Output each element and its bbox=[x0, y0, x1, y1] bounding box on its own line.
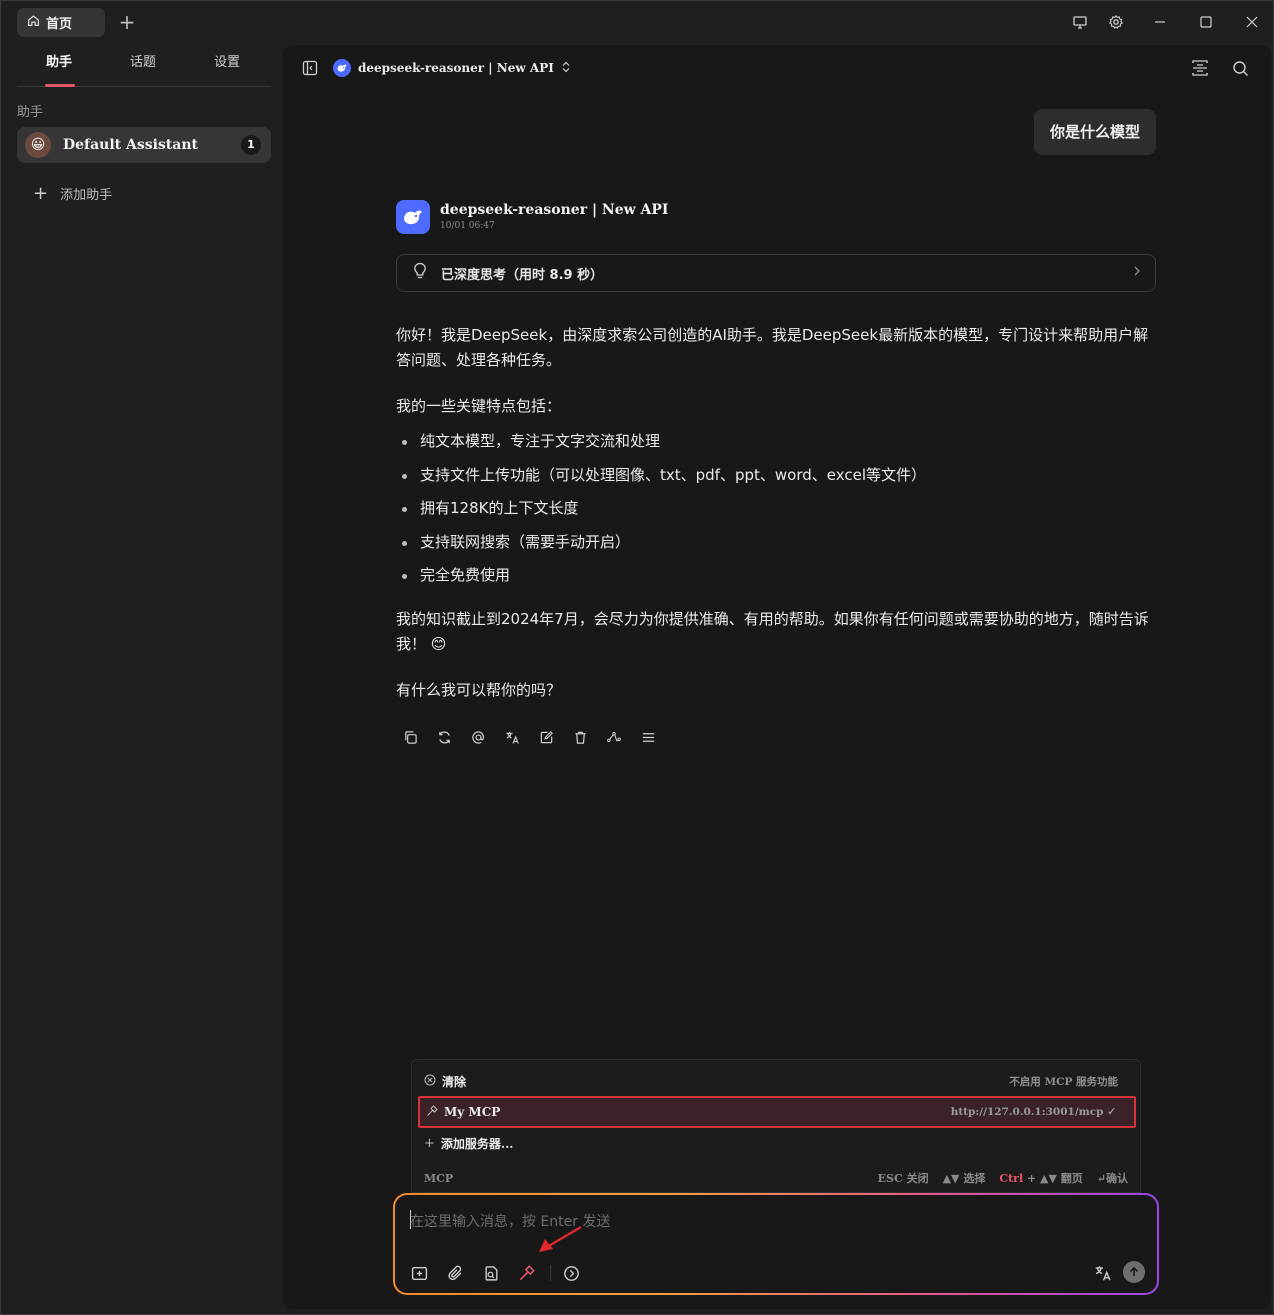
lightbulb-icon bbox=[413, 262, 427, 284]
monitor-icon[interactable] bbox=[1069, 11, 1091, 33]
chevron-updown-icon bbox=[561, 61, 571, 76]
message-input-box: 在这里输入消息，按 Enter 发送 bbox=[393, 1193, 1159, 1295]
section-title: 助手 bbox=[17, 105, 44, 120]
check-icon: ✓ bbox=[1107, 1106, 1116, 1118]
knowledge-icon[interactable] bbox=[481, 1263, 501, 1283]
add-assistant-label: 添加助手 bbox=[60, 188, 113, 203]
hint-page-text: + ▲▼ 翻页 bbox=[1026, 1172, 1083, 1185]
deepseek-avatar-icon bbox=[396, 200, 430, 234]
translate-icon[interactable] bbox=[502, 727, 522, 747]
tab-settings[interactable]: 设置 bbox=[185, 43, 269, 86]
mcp-add-server-option[interactable]: + 添加服务器... bbox=[418, 1128, 1136, 1158]
assistant-item-default[interactable]: 😀 Default Assistant 1 bbox=[17, 127, 271, 163]
mcp-server-popup: 清除 不启用 MCP 服务功能 My MCP http://127.0.0.1:… bbox=[411, 1059, 1141, 1193]
tab-home-label: 首页 bbox=[46, 17, 73, 32]
deepseek-logo-icon bbox=[333, 59, 351, 77]
feature-list: 纯文本模型，专注于文字交流和处理 支持文件上传功能（可以处理图像、txt、pdf… bbox=[396, 429, 1158, 588]
hint-esc: ESC 关闭 bbox=[877, 1172, 929, 1185]
chat-panel: deepseek-reasoner | New API 你是什么模型 deeps… bbox=[283, 45, 1271, 1309]
mcp-footer-title: MCP bbox=[424, 1171, 454, 1185]
gear-icon[interactable] bbox=[1105, 11, 1127, 33]
copy-icon[interactable] bbox=[400, 727, 420, 747]
translate-icon[interactable] bbox=[1093, 1263, 1113, 1283]
plus-icon: + bbox=[424, 1135, 435, 1151]
mcp-clear-label: 清除 bbox=[442, 1074, 467, 1089]
app-window: 首页 + 助手 话题 设置 助手 😀 Default Assistant 1 +… bbox=[0, 0, 1274, 1315]
assistant-message-header: deepseek-reasoner | New API 10/01 06:47 bbox=[396, 200, 668, 234]
list-item: 完全免费使用 bbox=[396, 563, 1158, 588]
keyboard-hints: ESC 关闭 ▲▼ 选择 Ctrl + ▲▼ 翻页 ↵确认 bbox=[878, 1170, 1128, 1186]
add-assistant-button[interactable]: + 添加助手 bbox=[33, 183, 112, 204]
sidebar: 助手 话题 设置 助手 😀 Default Assistant 1 + 添加助手 bbox=[1, 43, 283, 1315]
regenerate-icon[interactable] bbox=[434, 727, 454, 747]
toolbar-divider bbox=[550, 1265, 551, 1281]
mcp-clear-hint: 不启用 MCP 服务功能 bbox=[1009, 1075, 1118, 1088]
topic-count-badge: 1 bbox=[241, 135, 261, 155]
message-actions bbox=[400, 727, 658, 747]
close-icon[interactable] bbox=[1241, 11, 1263, 33]
answer-closing: 有什么我可以帮你的吗？ bbox=[396, 681, 562, 699]
thinking-label: 已深度思考（用时 8.9 秒） bbox=[441, 267, 604, 283]
answer-knowledge: 我的知识截止到2024年7月，会尽力为你提供准确、有用的帮助。如果你有任何问题或… bbox=[396, 610, 1149, 653]
sidebar-tabs: 助手 话题 设置 bbox=[17, 43, 271, 87]
list-item: 拥有128K的上下文长度 bbox=[396, 496, 1158, 521]
hint-select: ▲▼ 选择 bbox=[942, 1172, 986, 1185]
tab-assistants[interactable]: 助手 bbox=[17, 43, 101, 87]
assistant-name: Default Assistant bbox=[63, 137, 198, 153]
tab-topics[interactable]: 话题 bbox=[101, 43, 185, 86]
title-bar: 首页 + bbox=[1, 1, 1273, 43]
annotation-arrow-icon bbox=[539, 1225, 582, 1252]
clear-circle-icon bbox=[424, 1074, 436, 1089]
tab-home[interactable]: 首页 bbox=[17, 8, 105, 37]
delete-icon[interactable] bbox=[570, 727, 590, 747]
attachment-icon[interactable] bbox=[445, 1263, 465, 1283]
user-message-bubble: 你是什么模型 bbox=[1033, 109, 1156, 155]
minimize-icon[interactable] bbox=[1149, 11, 1171, 33]
send-icon bbox=[1128, 1263, 1140, 1282]
chat-topbar: deepseek-reasoner | New API bbox=[283, 45, 1271, 89]
mcp-popup-footer: MCP ESC 关闭 ▲▼ 选择 Ctrl + ▲▼ 翻页 ↵确认 bbox=[424, 1168, 1128, 1188]
mcp-add-server-label: 添加服务器... bbox=[440, 1136, 514, 1151]
mcp-server-url-text: http://127.0.0.1:3001/mcp bbox=[950, 1106, 1104, 1118]
mcp-server-name: My MCP bbox=[444, 1105, 501, 1119]
hammer-icon bbox=[426, 1104, 438, 1120]
mcp-server-item[interactable]: My MCP http://127.0.0.1:3001/mcp ✓ bbox=[418, 1096, 1136, 1128]
hint-confirm: ↵确认 bbox=[1096, 1172, 1128, 1185]
model-label: deepseek-reasoner | New API bbox=[358, 61, 554, 75]
mcp-hammer-icon[interactable] bbox=[517, 1263, 537, 1283]
maximize-icon[interactable] bbox=[1195, 11, 1217, 33]
message-input[interactable]: 在这里输入消息，按 Enter 发送 bbox=[395, 1195, 1157, 1293]
expand-icon[interactable] bbox=[561, 1263, 581, 1283]
assistant-message-body: 你好！我是DeepSeek，由深度求索公司创造的AI助手。我是DeepSeek最… bbox=[396, 323, 1158, 724]
plus-icon: + bbox=[33, 183, 49, 204]
edit-icon[interactable] bbox=[536, 727, 556, 747]
menu-icon[interactable] bbox=[638, 727, 658, 747]
mcp-clear-option[interactable]: 清除 不启用 MCP 服务功能 bbox=[418, 1066, 1136, 1096]
mcp-server-url: http://127.0.0.1:3001/mcp ✓ bbox=[951, 1106, 1116, 1118]
model-selector[interactable]: deepseek-reasoner | New API bbox=[333, 59, 571, 77]
thinking-collapse[interactable]: 已深度思考（用时 8.9 秒） bbox=[396, 254, 1156, 292]
hint-page: Ctrl + ▲▼ 翻页 bbox=[999, 1170, 1082, 1186]
list-item: 支持联网搜索（需要手动开启） bbox=[396, 530, 1158, 555]
sidebar-toggle-icon[interactable] bbox=[299, 57, 321, 79]
hint-ctrl: Ctrl bbox=[999, 1172, 1024, 1185]
new-topic-icon[interactable] bbox=[409, 1263, 429, 1283]
branch-icon[interactable] bbox=[604, 727, 624, 747]
list-item: 纯文本模型，专注于文字交流和处理 bbox=[396, 429, 1158, 454]
mention-icon[interactable] bbox=[468, 727, 488, 747]
avatar: 😀 bbox=[25, 132, 51, 158]
send-button[interactable] bbox=[1123, 1261, 1145, 1283]
answer-intro: 你好！我是DeepSeek，由深度求索公司创造的AI助手。我是DeepSeek最… bbox=[396, 326, 1149, 369]
list-item: 支持文件上传功能（可以处理图像、txt、pdf、ppt、word、excel等文… bbox=[396, 463, 1158, 488]
home-icon bbox=[27, 14, 40, 31]
chevron-right-icon bbox=[1133, 265, 1141, 281]
answer-features-title: 我的一些关键特点包括： bbox=[396, 397, 562, 415]
search-icon[interactable] bbox=[1229, 57, 1251, 79]
layout-icon[interactable] bbox=[1189, 57, 1211, 79]
add-tab-button[interactable]: + bbox=[117, 11, 137, 33]
message-model-name: deepseek-reasoner | New API bbox=[440, 202, 669, 218]
message-timestamp: 10/01 06:47 bbox=[440, 221, 495, 231]
